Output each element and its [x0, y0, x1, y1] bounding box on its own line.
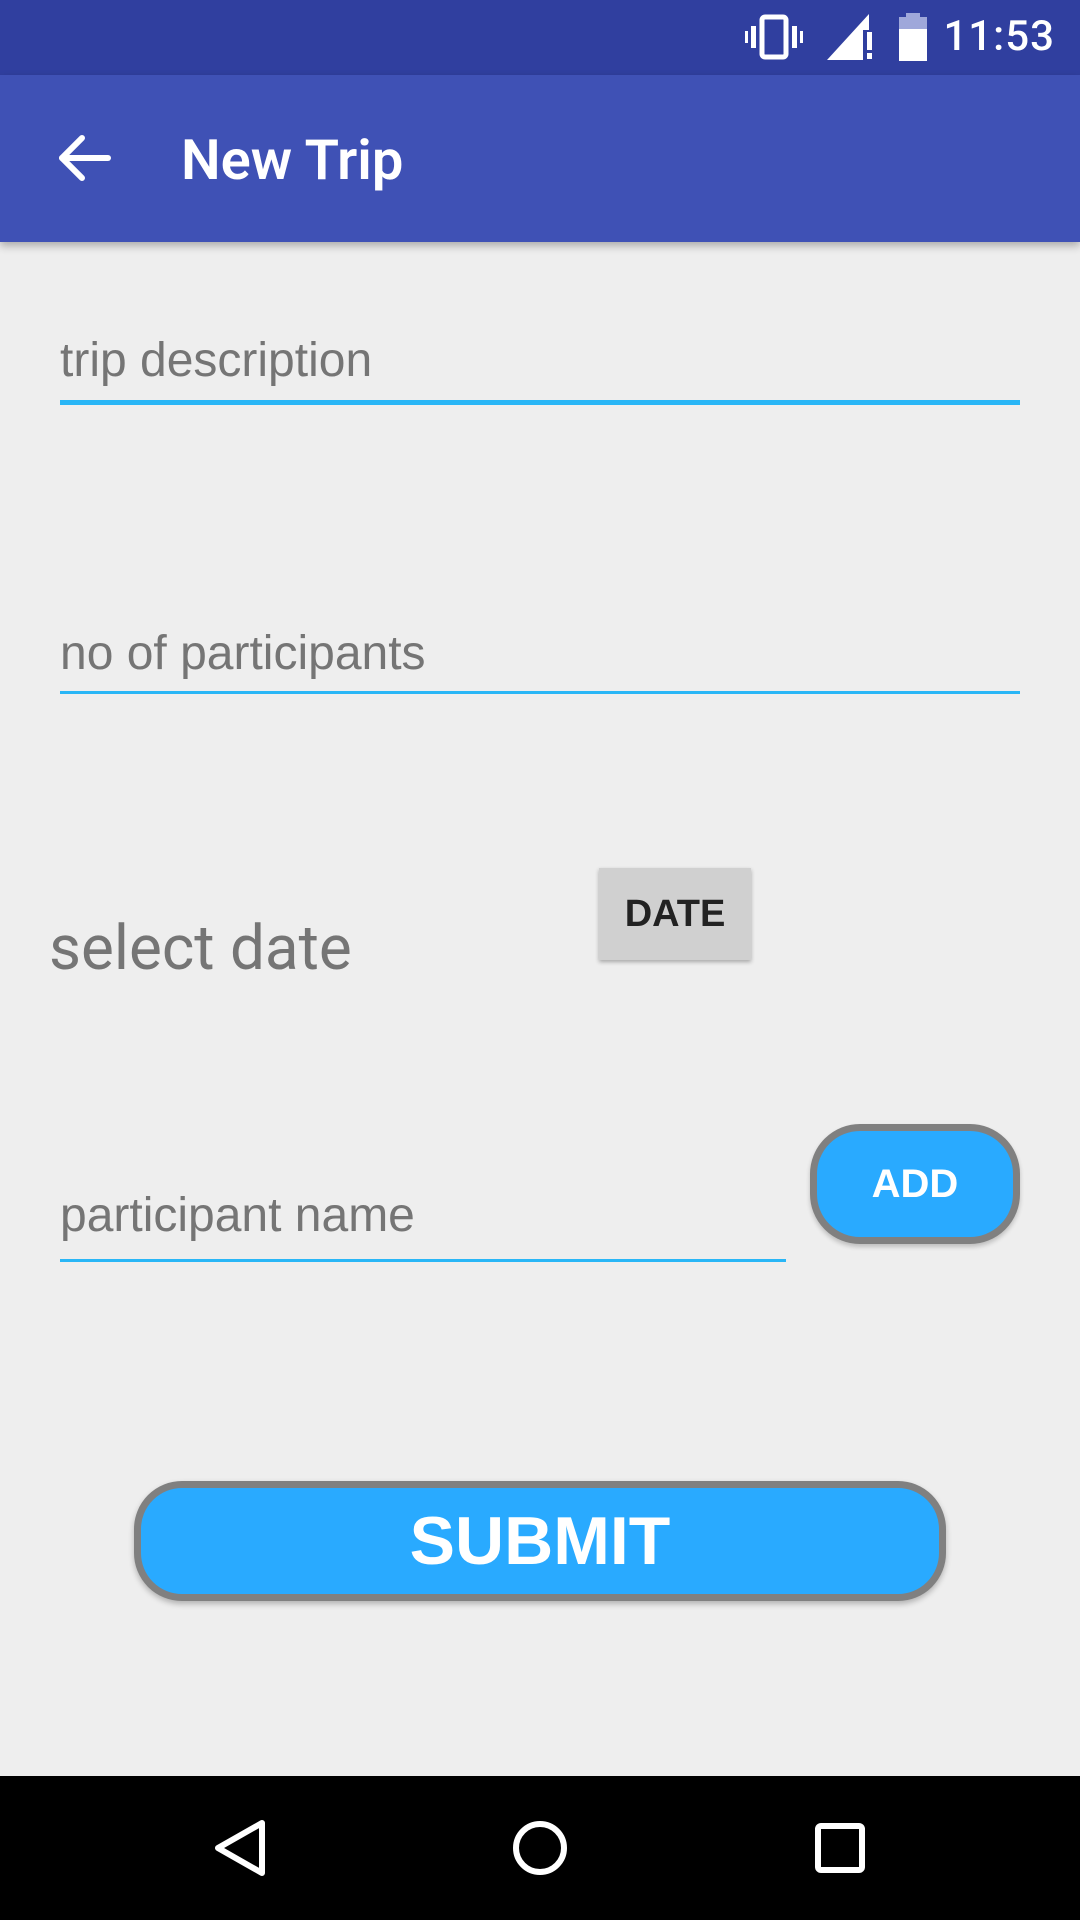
add-button[interactable]: ADD [810, 1124, 1020, 1244]
date-button[interactable]: DATE [599, 868, 751, 960]
participants-count-field [60, 618, 1020, 694]
nav-back-button[interactable] [150, 1776, 330, 1920]
signal-icon [827, 14, 875, 60]
participant-name-underline [60, 1259, 786, 1262]
status-time: 11:53 [943, 12, 1055, 61]
submit-button[interactable]: SUBMIT [134, 1481, 946, 1601]
status-bar: 11:53 [0, 0, 1080, 75]
home-circle-icon [513, 1821, 567, 1875]
back-triangle-icon [215, 1820, 265, 1876]
nav-home-button[interactable] [450, 1776, 630, 1920]
participant-name-field [60, 1180, 786, 1262]
trip-description-underline [60, 400, 1020, 405]
app-bar: New Trip [0, 75, 1080, 242]
page-title: New Trip [181, 127, 404, 193]
vibrate-icon [745, 14, 803, 60]
select-date-label: select date [49, 912, 352, 985]
navigation-bar [0, 1776, 1080, 1920]
participants-count-underline [60, 691, 1020, 694]
trip-description-field [60, 325, 1020, 405]
participant-name-input[interactable] [60, 1180, 786, 1250]
participants-count-input[interactable] [60, 618, 1020, 688]
battery-icon [899, 13, 927, 61]
nav-recents-button[interactable] [750, 1776, 930, 1920]
trip-description-input[interactable] [60, 325, 1020, 395]
arrow-back-icon[interactable] [56, 130, 112, 186]
recents-square-icon [815, 1823, 865, 1873]
